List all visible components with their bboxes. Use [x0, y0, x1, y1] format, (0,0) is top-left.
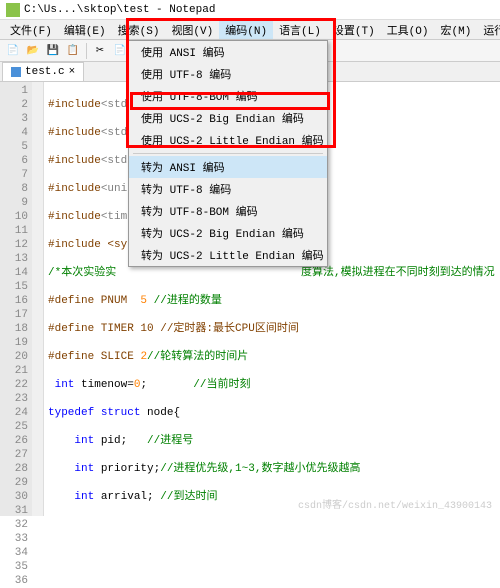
app-icon [6, 3, 20, 17]
dd-convert-ansi[interactable]: 转为 ANSI 编码 [129, 156, 327, 178]
encoding-dropdown: 使用 ANSI 编码 使用 UTF-8 编码 使用 UTF-8-BOM 编码 使… [128, 40, 328, 267]
tab-close[interactable]: × [69, 66, 76, 78]
copy-icon[interactable]: 📄 [111, 42, 129, 60]
fold-gutter [32, 82, 44, 516]
dd-use-utf8bom[interactable]: 使用 UTF-8-BOM 编码 [129, 85, 327, 107]
dd-use-ucs2le[interactable]: 使用 UCS-2 Little Endian 编码 [129, 129, 327, 151]
menubar: 文件(F) 编辑(E) 搜索(S) 视图(V) 编码(N) 语言(L) 设置(T… [0, 20, 500, 40]
line-gutter: 1234567891011121314151617181920212223242… [0, 82, 32, 516]
tab-testc[interactable]: test.c × [2, 62, 84, 81]
menu-file[interactable]: 文件(F) [4, 20, 58, 39]
dd-convert-ucs2le[interactable]: 转为 UCS-2 Little Endian 编码 [129, 244, 327, 266]
menu-edit[interactable]: 编辑(E) [58, 20, 112, 39]
save-icon[interactable]: 💾 [44, 42, 62, 60]
window-title: C:\Us...\sktop\test - Notepad [24, 4, 215, 16]
tab-label: test.c [25, 66, 65, 78]
menu-run[interactable]: 运行(R) [477, 20, 500, 39]
open-icon[interactable]: 📂 [24, 42, 42, 60]
dd-use-ansi[interactable]: 使用 ANSI 编码 [129, 41, 327, 63]
watermark: csdn博客/csdn.net/weixin_43900143 [298, 496, 492, 512]
dd-convert-utf8[interactable]: 转为 UTF-8 编码 [129, 178, 327, 200]
dd-use-utf8[interactable]: 使用 UTF-8 编码 [129, 63, 327, 85]
menu-search[interactable]: 搜索(S) [112, 20, 166, 39]
menu-encoding[interactable]: 编码(N) [219, 20, 273, 39]
saveall-icon[interactable]: 📋 [64, 42, 82, 60]
dd-use-ucs2be[interactable]: 使用 UCS-2 Big Endian 编码 [129, 107, 327, 129]
dd-convert-ucs2be[interactable]: 转为 UCS-2 Big Endian 编码 [129, 222, 327, 244]
menu-lang[interactable]: 语言(L) [273, 20, 327, 39]
cut-icon[interactable]: ✂ [91, 42, 109, 60]
new-icon[interactable]: 📄 [4, 42, 22, 60]
menu-settings[interactable]: 设置(T) [327, 20, 381, 39]
menu-view[interactable]: 视图(V) [165, 20, 219, 39]
menu-macro[interactable]: 宏(M) [435, 20, 478, 39]
file-icon [11, 67, 21, 77]
dd-convert-utf8bom[interactable]: 转为 UTF-8-BOM 编码 [129, 200, 327, 222]
menu-tools[interactable]: 工具(O) [381, 20, 435, 39]
